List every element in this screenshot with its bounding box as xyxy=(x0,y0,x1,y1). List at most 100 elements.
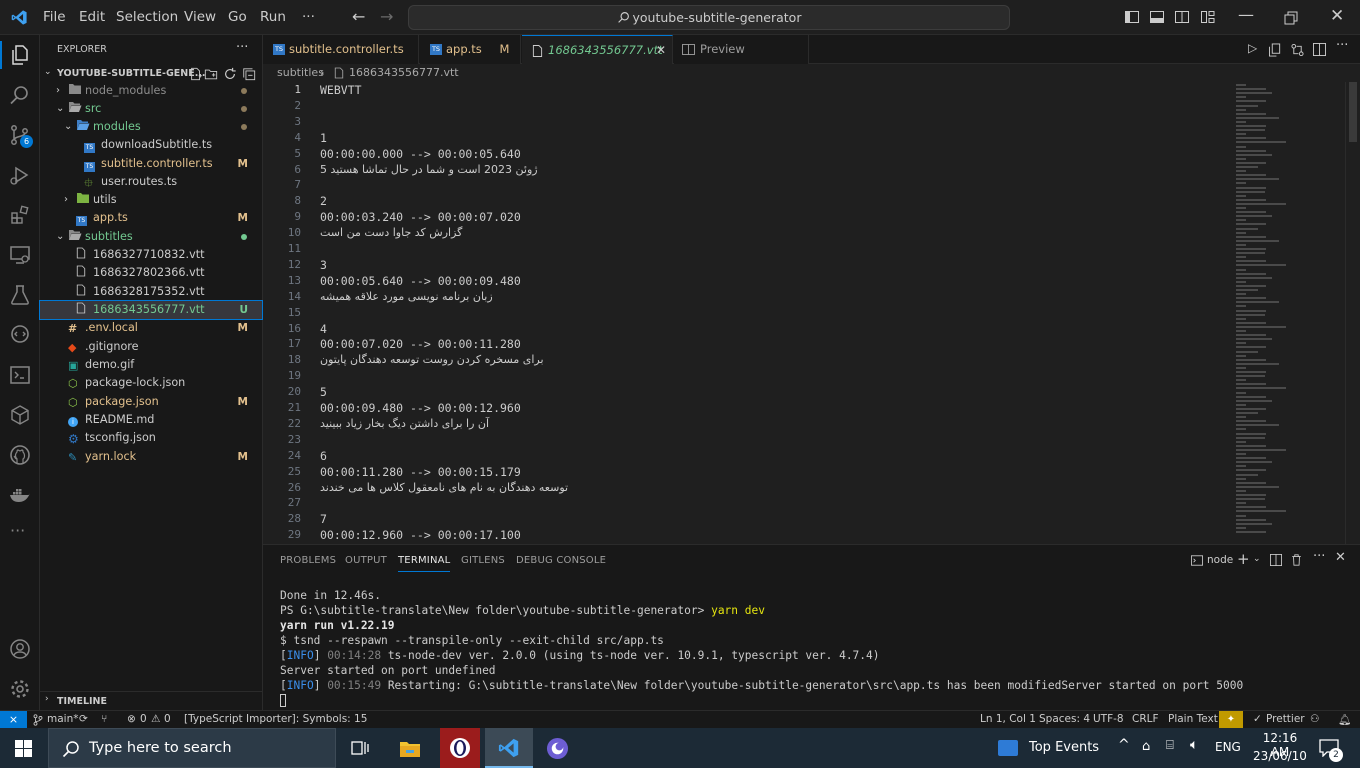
taskbar-search-box[interactable]: Type here to search xyxy=(48,728,336,768)
tree-file[interactable]: i README.md xyxy=(40,411,262,429)
windows-start-icon[interactable] xyxy=(15,740,32,757)
tab-subtitle-controller[interactable]: TS subtitle.controller.ts M xyxy=(263,35,419,85)
problems-count[interactable]: 0 xyxy=(140,713,147,725)
git-compare-icon[interactable] xyxy=(1291,43,1304,57)
menu-view[interactable]: View xyxy=(184,9,216,25)
forward-arrow-icon[interactable]: → xyxy=(380,7,393,26)
customize-layout-icon[interactable] xyxy=(1200,9,1216,25)
menu-more[interactable]: ··· xyxy=(302,9,315,25)
close-tab-icon[interactable]: ✕ xyxy=(656,36,666,65)
split-editor-icon[interactable] xyxy=(1313,43,1326,56)
warnings-count[interactable]: 0 xyxy=(164,713,171,725)
notifications-bell-icon[interactable]: 🔔︎ xyxy=(1338,713,1351,726)
tree-folder[interactable]: ⌄ modules xyxy=(40,118,262,136)
tree-file[interactable]: ✎ yarn.lock M xyxy=(40,448,262,466)
more-views-icon[interactable]: ··· xyxy=(10,521,25,540)
copilot-icon[interactable]: ✦ xyxy=(1219,711,1243,728)
indentation[interactable]: Spaces: 4 xyxy=(1039,713,1090,725)
menu-edit[interactable]: Edit xyxy=(79,9,105,25)
tree-file[interactable]: 1686343556777.vtt U xyxy=(39,300,263,320)
toggle-primary-sidebar-icon[interactable] xyxy=(1124,9,1140,25)
editor-scrollbar[interactable] xyxy=(1345,82,1359,544)
terminal-cursor[interactable] xyxy=(280,694,286,707)
timeline-section[interactable]: › TIMELINE xyxy=(40,691,262,710)
remote-explorer-icon[interactable] xyxy=(8,243,32,267)
menu-file[interactable]: File xyxy=(43,9,66,25)
file-explorer-icon[interactable] xyxy=(399,739,421,758)
minimap[interactable] xyxy=(1233,82,1343,544)
remote-indicator-icon[interactable]: ⨯ xyxy=(0,711,27,728)
minimize-icon[interactable]: — xyxy=(1238,5,1254,24)
cursor-position[interactable]: Ln 1, Col 1 xyxy=(980,713,1036,725)
new-file-icon[interactable] xyxy=(189,67,203,81)
tab-vtt-active[interactable]: 1686343556777.vtt U ✕ xyxy=(522,35,673,86)
command-center-search[interactable]: youtube-subtitle-generator xyxy=(408,5,1010,30)
panel-tab-output[interactable]: OUTPUT xyxy=(345,555,387,566)
editor-more-icon[interactable]: ··· xyxy=(1336,38,1348,53)
vscode-taskbar-tile[interactable] xyxy=(485,728,533,768)
tree-file[interactable]: ◆ .gitignore xyxy=(40,338,262,356)
meet-now-icon[interactable]: ⌂ xyxy=(1142,739,1150,754)
git-graph-icon[interactable]: ⑂ xyxy=(101,713,107,725)
tab-app-ts[interactable]: TS app.ts M xyxy=(420,35,521,64)
task-view-icon[interactable] xyxy=(351,739,370,757)
root-folder-header[interactable]: ⌄ YOUTUBE-SUBTITLE-GENE... xyxy=(40,65,262,83)
opera-app-tile[interactable] xyxy=(440,728,480,768)
accounts-icon[interactable] xyxy=(8,637,32,661)
tree-folder[interactable]: ⌄ subtitles xyxy=(40,228,262,246)
account-icon[interactable]: ⚇ xyxy=(1310,713,1319,725)
search-view-icon[interactable] xyxy=(8,83,32,107)
prettier-status[interactable]: Prettier xyxy=(1266,713,1305,725)
package-icon[interactable] xyxy=(8,403,32,427)
typescript-importer-status[interactable]: [TypeScript Importer]: Symbols: 15 xyxy=(184,713,367,725)
chat-icon[interactable] xyxy=(8,323,32,347)
language-mode[interactable]: Plain Text xyxy=(1168,713,1218,725)
panel-tab-debug-console[interactable]: DEBUG CONSOLE xyxy=(516,555,606,566)
tree-file[interactable]: ⬡ package.json M xyxy=(40,393,262,411)
toggle-secondary-sidebar-icon[interactable] xyxy=(1174,9,1190,25)
tree-file[interactable]: TS subtitle.controller.ts M xyxy=(40,155,262,173)
app-icon[interactable] xyxy=(546,737,569,760)
breadcrumb-file[interactable]: 1686343556777.vtt xyxy=(349,64,459,82)
open-changes-icon[interactable] xyxy=(1269,43,1282,57)
terminal-view-icon[interactable] xyxy=(8,363,32,387)
tab-preview-readme[interactable]: Preview README.md xyxy=(674,35,809,85)
tree-file[interactable]: TS downloadSubtitle.ts xyxy=(40,136,262,154)
tree-file[interactable]: ⯐ user.routes.ts xyxy=(40,173,262,191)
input-language[interactable]: ENG xyxy=(1215,740,1241,754)
panel-tab-gitlens[interactable]: GITLENS xyxy=(461,555,505,566)
close-window-icon[interactable]: ✕ xyxy=(1330,6,1344,26)
tree-folder[interactable]: › node_modules xyxy=(40,82,262,100)
volume-icon[interactable]: 🔈︎ xyxy=(1190,737,1198,753)
panel-tab-terminal[interactable]: TERMINAL xyxy=(398,555,451,572)
explorer-icon[interactable] xyxy=(8,43,32,67)
tree-file[interactable]: ⬡ package-lock.json xyxy=(40,374,262,392)
news-widget-icon[interactable] xyxy=(998,740,1018,756)
tree-file[interactable]: ⚙ tsconfig.json xyxy=(40,429,262,447)
tree-folder[interactable]: ⌄ src xyxy=(40,100,262,118)
explorer-more-icon[interactable]: ··· xyxy=(236,40,248,55)
back-arrow-icon[interactable]: ← xyxy=(352,7,365,26)
tree-file[interactable]: # .env.local M xyxy=(40,319,262,337)
weather-widget-text[interactable]: Top Events xyxy=(1029,740,1099,755)
breadcrumb-folder[interactable]: subtitles xyxy=(277,64,324,82)
new-folder-icon[interactable] xyxy=(204,67,218,81)
tree-file[interactable]: TS app.ts M xyxy=(40,209,262,227)
tree-file[interactable]: 1686327710832.vtt xyxy=(40,246,262,264)
toggle-panel-icon[interactable] xyxy=(1149,9,1165,25)
github-icon[interactable] xyxy=(8,443,32,467)
run-file-icon[interactable]: ▷ xyxy=(1248,41,1257,55)
menu-go[interactable]: Go xyxy=(228,9,247,25)
restore-icon[interactable] xyxy=(1283,10,1299,26)
tree-file[interactable]: 1686328175352.vtt xyxy=(40,283,262,301)
code-editor[interactable]: 1 WEBVTT 2 3 4 1 5 00:00:00.000 --> 00:00:05.64… xyxy=(263,82,1360,557)
extensions-icon[interactable] xyxy=(8,203,32,227)
panel-more-icon[interactable]: ··· xyxy=(1313,549,1325,564)
testing-icon[interactable] xyxy=(8,283,32,307)
collapse-all-icon[interactable] xyxy=(242,67,256,81)
refresh-icon[interactable] xyxy=(223,67,237,81)
encoding[interactable]: UTF-8 xyxy=(1093,713,1124,725)
sync-icon[interactable]: ⟳ xyxy=(79,713,88,725)
new-terminal-icon[interactable]: + xyxy=(1237,550,1250,568)
manage-gear-icon[interactable] xyxy=(8,677,32,701)
